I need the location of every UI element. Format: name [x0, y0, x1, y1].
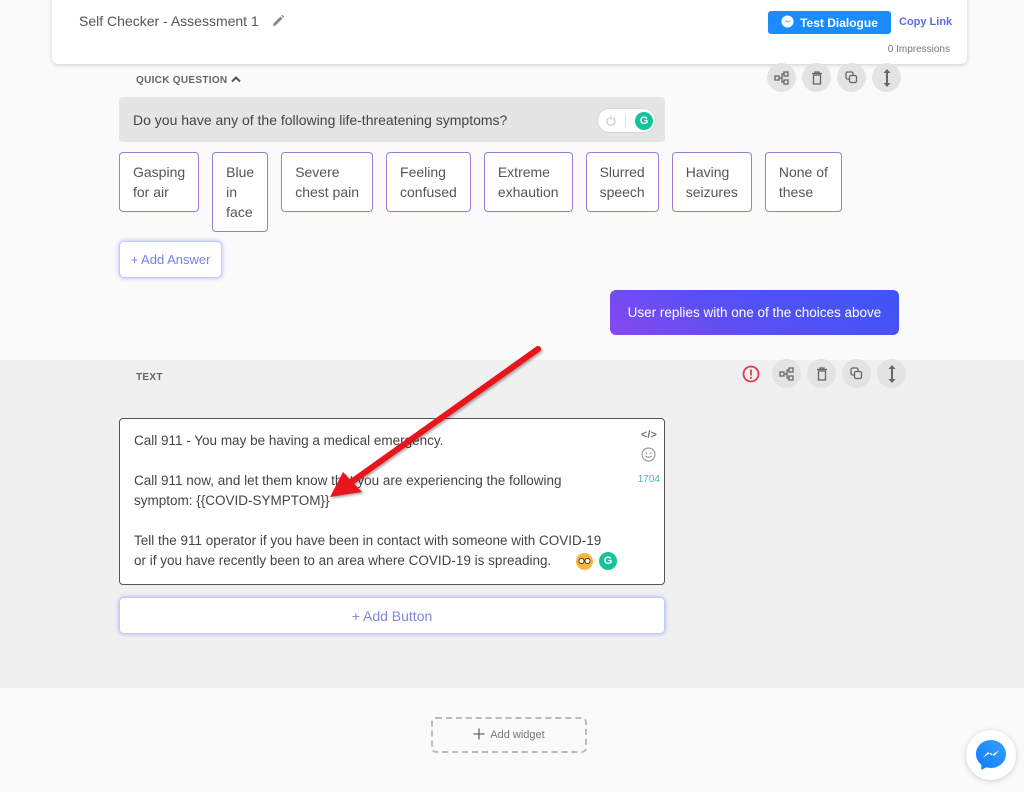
text-widget-toolbar	[740, 359, 906, 388]
copy-icon	[845, 71, 858, 84]
message-paragraph: Call 911 now, and let them know that you…	[134, 473, 562, 508]
header-card: Self Checker - Assessment 1 Test Dialogu…	[52, 0, 967, 64]
answer-option[interactable]: Extreme exhaution	[483, 152, 573, 212]
question-text: Do you have any of the following life-th…	[133, 111, 508, 128]
question-input[interactable]: Do you have any of the following life-th…	[119, 97, 665, 142]
answer-option[interactable]: Blue in face	[212, 152, 269, 232]
messenger-icon	[781, 14, 794, 31]
flow-icon	[778, 366, 794, 381]
dialogue-title-container: Self Checker - Assessment 1	[79, 13, 285, 29]
power-icon[interactable]	[606, 113, 616, 129]
move-handle[interactable]	[872, 63, 901, 92]
duplicate-button[interactable]	[842, 359, 871, 388]
dialogue-title: Self Checker - Assessment 1	[79, 13, 259, 29]
grammarly-widget[interactable]: G	[598, 109, 655, 132]
flow-button[interactable]	[767, 63, 796, 92]
copy-link[interactable]: Copy Link	[899, 16, 952, 28]
vertical-resize-icon	[888, 364, 895, 383]
answer-option[interactable]: Severe chest pain	[281, 152, 374, 212]
impressions-count: 0 Impressions	[887, 44, 950, 55]
text-section-label: TEXT	[136, 372, 163, 383]
messenger-chat-button[interactable]	[966, 730, 1016, 780]
flow-icon	[773, 70, 789, 85]
add-widget-button[interactable]: Add widget	[431, 717, 587, 753]
plus-icon	[473, 728, 485, 743]
add-answer-button[interactable]: + Add Answer	[119, 241, 222, 278]
edit-pencil-icon[interactable]	[271, 14, 285, 28]
trash-icon	[811, 70, 822, 85]
grammarly-icon[interactable]: G	[635, 111, 653, 130]
quick-question-label[interactable]: QUICK QUESTION	[136, 75, 242, 86]
delete-button[interactable]	[802, 63, 831, 92]
nerd-emoji-icon[interactable]	[576, 552, 593, 570]
user-reply-bubble: User replies with one of the choices abo…	[610, 290, 899, 335]
warning-alert-icon[interactable]	[740, 363, 762, 385]
character-count: 1704	[637, 474, 660, 485]
answer-option[interactable]: Feeling confused	[386, 152, 471, 212]
quick-question-label-text: QUICK QUESTION	[136, 75, 228, 86]
flow-button[interactable]	[772, 359, 801, 388]
code-icon[interactable]: </>	[641, 425, 657, 445]
divider	[625, 114, 626, 127]
copy-icon	[850, 367, 863, 380]
delete-button[interactable]	[807, 359, 836, 388]
move-handle[interactable]	[877, 359, 906, 388]
add-widget-label: Add widget	[490, 729, 545, 741]
answer-option[interactable]: Gasping for air	[119, 152, 200, 212]
add-button-button[interactable]: + Add Button	[119, 597, 665, 634]
answer-options: Gasping for air Blue in face Severe chest pa…	[119, 152, 842, 232]
editor-side-tools: </> 1704	[638, 425, 660, 490]
vertical-resize-icon	[883, 68, 890, 87]
message-paragraph: Call 911 - You may be having a medical e…	[134, 433, 444, 448]
answer-option[interactable]: Having seizures	[671, 152, 752, 212]
test-dialogue-button[interactable]: Test Dialogue	[768, 11, 891, 34]
answer-option[interactable]: Slurred speech	[585, 152, 659, 212]
inline-editor-icons: G	[576, 552, 617, 570]
test-dialogue-label: Test Dialogue	[800, 15, 878, 30]
grammarly-icon[interactable]: G	[599, 552, 617, 570]
trash-icon	[816, 366, 827, 381]
chevron-up-icon	[231, 75, 242, 86]
answer-option[interactable]: None of these	[764, 152, 842, 212]
duplicate-button[interactable]	[837, 63, 866, 92]
emoji-smiley-icon[interactable]	[641, 447, 656, 468]
messenger-icon	[976, 740, 1006, 770]
message-paragraph: Tell the 911 operator if you have been i…	[134, 533, 602, 568]
quick-question-toolbar	[767, 63, 901, 92]
message-text-editor[interactable]: Call 911 - You may be having a medical e…	[119, 418, 665, 585]
